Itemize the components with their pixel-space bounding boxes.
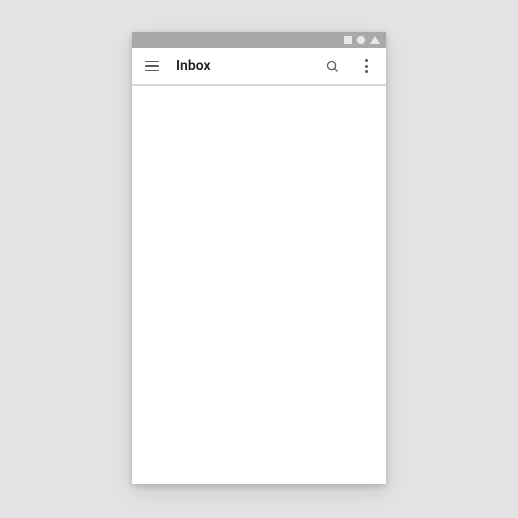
status-triangle-icon bbox=[370, 36, 380, 44]
content-area bbox=[132, 86, 386, 484]
status-square-icon bbox=[344, 36, 352, 44]
search-icon bbox=[325, 59, 340, 74]
status-bar bbox=[132, 32, 386, 48]
device-frame: Inbox bbox=[132, 32, 386, 484]
menu-button[interactable] bbox=[142, 56, 162, 76]
overflow-menu-button[interactable] bbox=[356, 56, 376, 76]
page-title: Inbox bbox=[176, 58, 211, 74]
status-circle-icon bbox=[357, 36, 365, 44]
hamburger-icon bbox=[145, 61, 159, 72]
search-button[interactable] bbox=[322, 56, 342, 76]
more-vertical-icon bbox=[359, 59, 373, 73]
app-bar: Inbox bbox=[132, 48, 386, 86]
